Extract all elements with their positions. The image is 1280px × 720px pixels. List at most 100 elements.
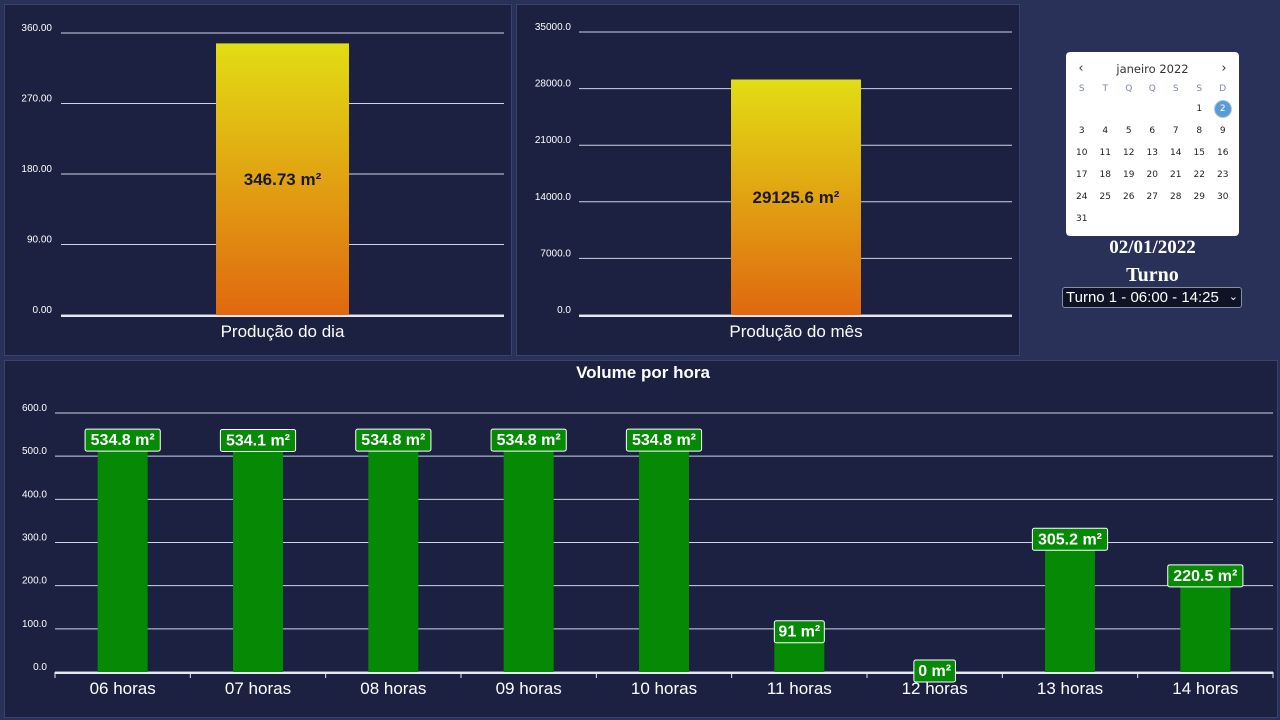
calendar-empty-cell [1094,98,1118,120]
bar-value-label: 0 m² [918,663,951,680]
calendar-day[interactable]: 31 [1070,208,1094,230]
y-tick-label: 400.0 [22,489,47,500]
monthly-production-panel: 0.0 7000.0 14000.0 21000.0 28000.0 35000.0 291… [516,4,1020,356]
calendar-day[interactable]: 5 [1117,120,1141,142]
hourly-volume-panel: Volume por hora 0.0 100.0 200.0 300.0 400.0 50… [4,360,1278,718]
calendar-day[interactable]: 26 [1117,186,1141,208]
calendar-day[interactable]: 11 [1094,142,1118,164]
calendar-empty-cell [1164,208,1188,230]
bar-value-label: 534.8 m² [91,432,155,449]
calendar-week-row: 17 18 19 20 21 22 23 [1070,164,1235,186]
calendar-day[interactable]: 2 [1211,98,1235,120]
calendar-day[interactable]: 4 [1094,120,1118,142]
bar-value-label: 534.8 m² [632,432,696,449]
calendar-day[interactable]: 28 [1164,186,1188,208]
calendar-empty-cell [1211,208,1235,230]
calendar-day[interactable]: 1 [1188,98,1212,120]
bar-value-label: 29125.6 m² [753,188,840,207]
selected-date: 02/01/2022 [1109,237,1196,258]
calendar-day[interactable]: 8 [1188,120,1212,142]
calendar-day[interactable]: 3 [1070,120,1094,142]
x-category-label: 07 horas [225,679,291,698]
calendar-day[interactable]: 21 [1164,164,1188,186]
bar [233,441,283,672]
calendar-day[interactable]: 12 [1117,142,1141,164]
bar [97,441,148,672]
bar [1045,540,1095,672]
calendar-empty-cell [1117,208,1141,230]
shift-label: Turno [1126,264,1179,286]
x-category-label: 08 horas [360,679,426,698]
calendar-day[interactable]: 25 [1094,186,1118,208]
weekday-label: S [1196,84,1203,94]
y-tick-label: 7000.0 [540,248,571,259]
calendar-day[interactable]: 18 [1094,164,1118,186]
x-category-label: 06 horas [90,679,156,698]
chevron-right-icon[interactable]: › [1215,60,1233,78]
calendar-day[interactable]: 15 [1188,142,1212,164]
y-tick-label: 100.0 [22,619,47,630]
chart-title: Volume por hora [576,363,710,382]
calendar-day[interactable]: 17 [1070,164,1094,186]
calendar-day[interactable]: 7 [1164,120,1188,142]
hourly-volume-chart: Volume por hora 0.0 100.0 200.0 300.0 400.0 50… [22,363,1274,698]
calendar-week-row: 12 [1070,98,1235,120]
x-category-label: 12 horas [902,679,968,698]
weekday-label: S [1172,84,1179,94]
bar-value-label: 305.2 m² [1038,531,1102,548]
date-picker-calendar[interactable]: ‹ janeiro 2022 › S T Q Q S S D 1 2 3 4 5 6 7 8 9 10 11 12 1… [1066,52,1239,236]
bar [503,441,554,672]
calendar-day[interactable]: 13 [1141,142,1165,164]
daily-production-chart: 0.00 90.00 180.00 270.00 360.00 346.73 m² Prod… [21,23,504,341]
bar-value-label: 534.8 m² [361,432,425,449]
y-tick-label: 270.00 [21,94,52,105]
calendar-day[interactable]: 9 [1211,120,1235,142]
bar-value-label: 220.5 m² [1173,568,1237,585]
y-tick-label: 0.0 [557,305,571,316]
calendar-day[interactable]: 22 [1188,164,1212,186]
y-tick-label: 21000.0 [535,135,572,146]
calendar-empty-cell [1188,208,1212,230]
calendar-empty-cell [1164,98,1188,120]
calendar-empty-cell [1117,98,1141,120]
calendar-day[interactable]: 20 [1141,164,1165,186]
y-tick-label: 90.00 [27,235,52,246]
x-category-label: 11 horas [767,679,832,698]
calendar-week-row: 3456789 [1070,120,1235,142]
x-category-label: 10 horas [631,679,697,698]
weekday-label: Q [1148,84,1156,94]
bar [639,441,689,672]
calendar-day[interactable]: 30 [1211,186,1235,208]
calendar-empty-cell [1141,98,1165,120]
calendar-day[interactable]: 29 [1188,186,1212,208]
shift-select[interactable]: Turno 1 - 06:00 - 14:25 ⌄ [1062,287,1242,308]
y-tick-label: 14000.0 [535,192,572,203]
calendar-day[interactable]: 24 [1070,186,1094,208]
chevron-left-icon[interactable]: ‹ [1072,60,1090,78]
x-category-label: Produção do dia [221,322,345,341]
bar-value-label: 91 m² [778,624,820,641]
bar-value-label: 534.1 m² [226,432,290,449]
daily-production-panel: 0.00 90.00 180.00 270.00 360.00 346.73 m² Prod… [4,4,512,356]
calendar-week-row: 24 25 26 27 28 29 30 [1070,186,1235,208]
calendar-day[interactable]: 6 [1141,120,1165,142]
y-tick-label: 200.0 [22,576,47,587]
bar [1180,576,1231,672]
y-tick-label: 500.0 [22,446,47,457]
calendar-day[interactable]: 19 [1117,164,1141,186]
weekday-label: T [1102,84,1109,94]
x-category-label: Produção do mês [729,322,862,341]
calendar-day[interactable]: 16 [1211,142,1235,164]
weekday-header-row: STQQSSD [1070,82,1235,98]
y-tick-label: 600.0 [22,403,47,414]
calendar-empty-cell [1094,208,1118,230]
calendar-day[interactable]: 10 [1070,142,1094,164]
y-tick-label: 35000.0 [535,22,572,33]
calendar-day[interactable]: 23 [1211,164,1235,186]
calendar-day[interactable]: 27 [1141,186,1165,208]
calendar-day[interactable]: 14 [1164,142,1188,164]
y-tick-label: 360.00 [21,23,52,34]
calendar-empty-cell [1141,208,1165,230]
y-tick-label: 28000.0 [535,79,572,90]
calendar-week-row: 31 [1070,208,1235,230]
